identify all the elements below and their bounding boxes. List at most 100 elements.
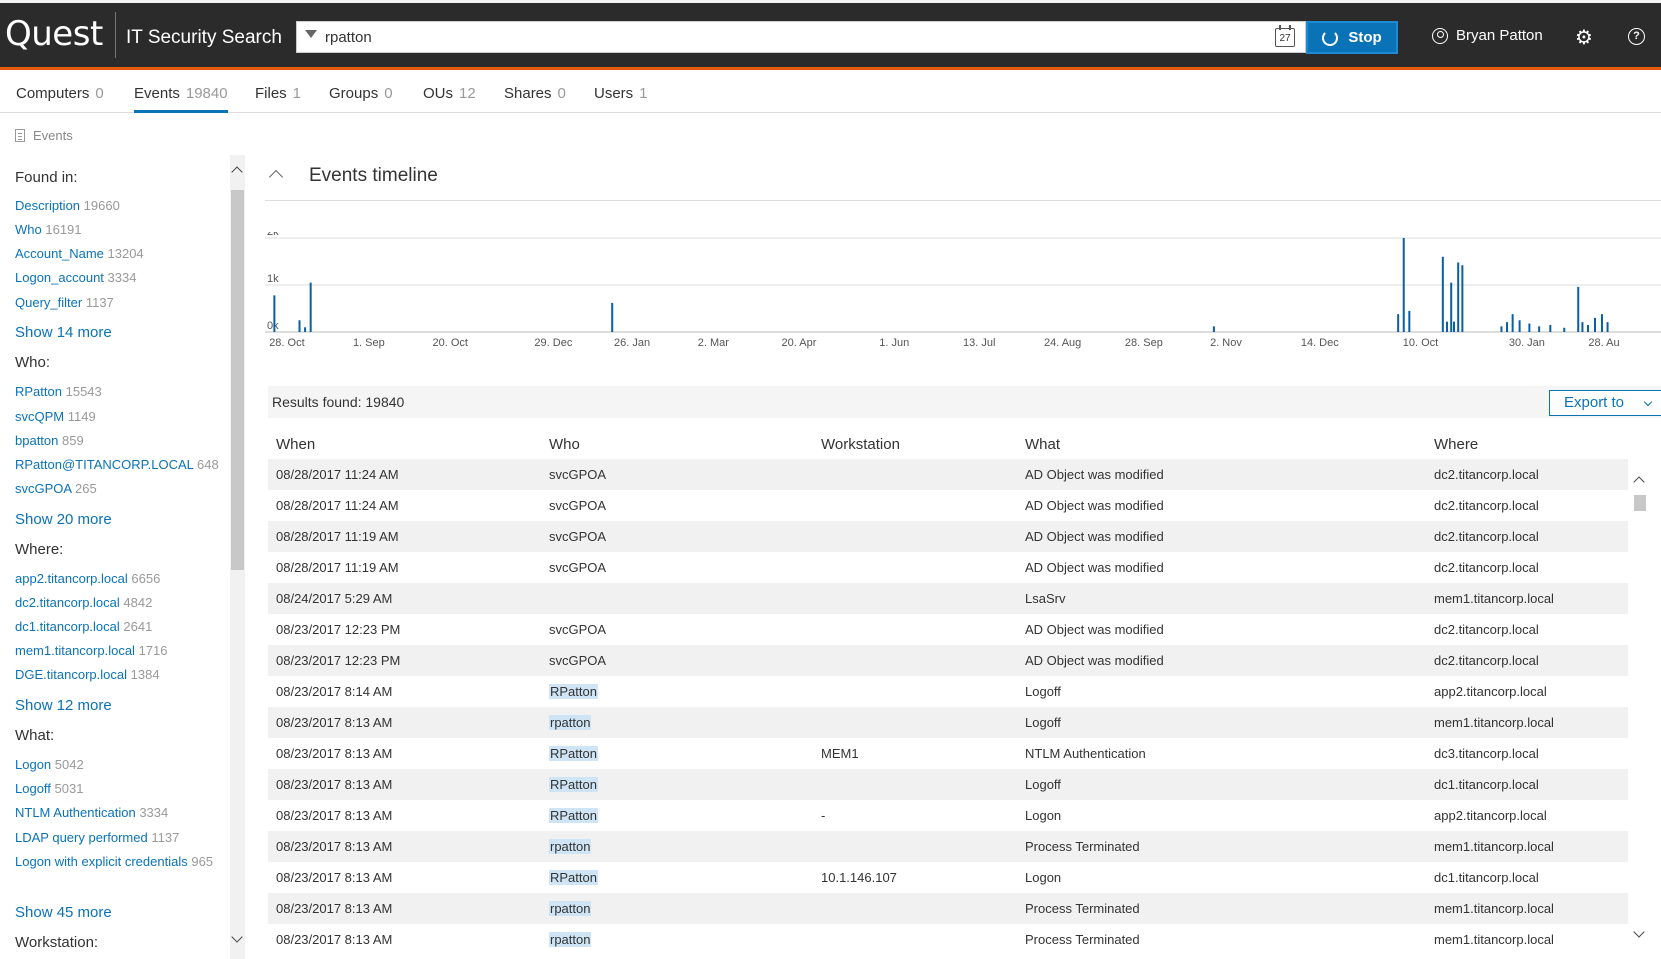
- gear-icon[interactable]: ⚙: [1575, 25, 1593, 50]
- column-header-who[interactable]: Who: [549, 436, 580, 453]
- facet-item[interactable]: Logon with explicit credentials 965: [15, 853, 225, 871]
- column-header-when[interactable]: When: [276, 436, 315, 453]
- timeline-bar[interactable]: [1397, 314, 1400, 332]
- timeline-bar[interactable]: [1500, 326, 1503, 332]
- table-row[interactable]: 08/23/2017 8:13 AM rpatton Process Termina…: [268, 893, 1628, 924]
- column-header-what[interactable]: What: [1025, 436, 1060, 453]
- column-header-workstation[interactable]: Workstation: [821, 436, 900, 453]
- facet-item[interactable]: DGE.titancorp.local 1384: [15, 666, 225, 684]
- user-menu[interactable]: Bryan Patton: [1432, 27, 1543, 44]
- facet-item[interactable]: dc1.titancorp.local 2641: [15, 618, 225, 636]
- timeline-bar[interactable]: [1577, 286, 1580, 332]
- timeline-bar[interactable]: [1549, 324, 1552, 332]
- facet-item[interactable]: svcGPOA 265: [15, 480, 225, 498]
- scroll-down-icon[interactable]: [1633, 926, 1645, 938]
- table-row[interactable]: 08/28/2017 11:19 AM svcGPOA AD Object was …: [268, 521, 1628, 552]
- timeline-bar[interactable]: [1538, 326, 1541, 332]
- timeline-bar[interactable]: [1593, 317, 1596, 332]
- cell-where: mem1.titancorp.local: [1434, 591, 1554, 606]
- show-more-where[interactable]: Show 12 more: [15, 697, 112, 714]
- table-row[interactable]: 08/28/2017 11:19 AM svcGPOA AD Object was …: [268, 552, 1628, 583]
- tab-files[interactable]: Files 1: [255, 85, 301, 113]
- show-more-found-in[interactable]: Show 14 more: [15, 324, 112, 341]
- facet-item[interactable]: Who 16191: [15, 221, 225, 239]
- tab-ous[interactable]: OUs 12: [423, 85, 476, 113]
- timeline-bar[interactable]: [1587, 324, 1590, 332]
- facet-item[interactable]: Account_Name 13204: [15, 245, 225, 263]
- table-row[interactable]: 08/23/2017 8:13 AM rpatton Logoff mem1.tita…: [268, 707, 1628, 738]
- show-more-what[interactable]: Show 45 more: [15, 904, 112, 921]
- timeline-bar[interactable]: [1457, 262, 1460, 332]
- table-row[interactable]: 08/28/2017 11:24 AM svcGPOA AD Object was …: [268, 459, 1628, 490]
- tab-shares[interactable]: Shares 0: [504, 85, 566, 113]
- scroll-down-icon[interactable]: [231, 931, 243, 943]
- tab-groups[interactable]: Groups 0: [329, 85, 393, 113]
- timeline-bar[interactable]: [1518, 320, 1521, 332]
- timeline-bar[interactable]: [273, 295, 276, 332]
- calendar-icon[interactable]: 27: [1275, 25, 1295, 47]
- timeline-bar[interactable]: [1408, 310, 1411, 332]
- timeline-bar[interactable]: [304, 327, 307, 332]
- facet-item[interactable]: Description 19660: [15, 197, 225, 215]
- facet-item[interactable]: Logon_account 3334: [15, 269, 225, 287]
- timeline-bar[interactable]: [1511, 314, 1514, 332]
- search-scope-dropdown-icon[interactable]: [305, 30, 317, 38]
- table-row[interactable]: 08/23/2017 8:13 AM RPatton Logoff dc1.titan…: [268, 769, 1628, 800]
- facet-item[interactable]: svcQPM 1149: [15, 408, 225, 426]
- table-row[interactable]: 08/23/2017 8:13 AM RPatton 10.1.146.107 Log…: [268, 862, 1628, 893]
- scrollbar-thumb[interactable]: [1634, 495, 1646, 511]
- timeline-bar[interactable]: [1528, 323, 1531, 332]
- search-input[interactable]: [325, 22, 1245, 52]
- table-row[interactable]: 08/24/2017 5:29 AM LsaSrv mem1.titancorp.l…: [268, 583, 1628, 614]
- timeline-bar[interactable]: [1600, 314, 1603, 332]
- facet-item[interactable]: RPatton@TITANCORP.LOCAL 648: [15, 456, 225, 474]
- tab-computers[interactable]: Computers 0: [16, 85, 104, 113]
- facet-item[interactable]: RPatton 15543: [15, 383, 225, 401]
- facet-item[interactable]: NTLM Authentication 3334: [15, 804, 225, 822]
- scroll-up-icon[interactable]: [1633, 476, 1645, 488]
- scroll-up-icon[interactable]: [231, 166, 243, 178]
- table-row[interactable]: 08/23/2017 8:13 AM RPatton - Logon app2.tita…: [268, 800, 1628, 831]
- column-header-where[interactable]: Where: [1434, 436, 1478, 453]
- tab-users[interactable]: Users 1: [594, 85, 648, 113]
- help-icon[interactable]: ?: [1628, 28, 1645, 45]
- facet-item[interactable]: bpatton 859: [15, 432, 225, 450]
- timeline-bar[interactable]: [1212, 326, 1215, 332]
- timeline-bar[interactable]: [1446, 321, 1449, 332]
- table-row[interactable]: 08/23/2017 12:23 PM svcGPOA AD Object was …: [268, 645, 1628, 676]
- sidebar-scrollbar[interactable]: [230, 155, 245, 959]
- facet-item[interactable]: Logon 5042: [15, 756, 225, 774]
- show-more-who[interactable]: Show 20 more: [15, 511, 112, 528]
- facet-item[interactable]: mem1.titancorp.local 1716: [15, 642, 225, 660]
- facet-item[interactable]: app2.titancorp.local 6656: [15, 570, 225, 588]
- chevron-up-icon[interactable]: [268, 169, 284, 185]
- facet-item[interactable]: dc2.titancorp.local 4842: [15, 594, 225, 612]
- scrollbar-thumb[interactable]: [231, 190, 244, 570]
- timeline-bar[interactable]: [1563, 327, 1566, 332]
- table-scrollbar[interactable]: [1632, 460, 1648, 959]
- timeline-bar[interactable]: [1450, 282, 1453, 332]
- table-row[interactable]: 08/23/2017 8:13 AM rpatton Process Termina…: [268, 831, 1628, 862]
- timeline-bar[interactable]: [1606, 322, 1609, 332]
- timeline-bar[interactable]: [611, 302, 614, 332]
- facet-item[interactable]: Logoff 5031: [15, 780, 225, 798]
- facet-item[interactable]: LDAP query performed 1137: [15, 829, 225, 847]
- timeline-bar[interactable]: [1452, 321, 1455, 332]
- export-button[interactable]: Export to: [1549, 390, 1661, 416]
- facet-item[interactable]: Query_filter 1137: [15, 294, 225, 312]
- table-row[interactable]: 08/23/2017 8:14 AM RPatton Logoff app2.tita…: [268, 676, 1628, 707]
- cell-where: mem1.titancorp.local: [1434, 715, 1554, 730]
- tab-events[interactable]: Events 19840: [134, 85, 228, 113]
- table-row[interactable]: 08/23/2017 12:23 PM svcGPOA AD Object was …: [268, 614, 1628, 645]
- stop-button[interactable]: Stop: [1306, 21, 1398, 54]
- table-row[interactable]: 08/28/2017 11:24 AM svcGPOA AD Object was …: [268, 490, 1628, 521]
- table-row[interactable]: 08/23/2017 8:13 AM RPatton MEM1 NTLM Authen…: [268, 738, 1628, 769]
- table-row[interactable]: 08/23/2017 8:13 AM rpatton Process Termina…: [268, 924, 1628, 955]
- timeline-bar[interactable]: [1506, 322, 1509, 332]
- timeline-bar[interactable]: [1402, 238, 1405, 332]
- timeline-bar[interactable]: [1441, 256, 1444, 332]
- timeline-bar[interactable]: [1581, 322, 1584, 332]
- timeline-bar[interactable]: [298, 320, 301, 332]
- timeline-bar[interactable]: [309, 282, 312, 332]
- timeline-bar[interactable]: [1461, 265, 1464, 332]
